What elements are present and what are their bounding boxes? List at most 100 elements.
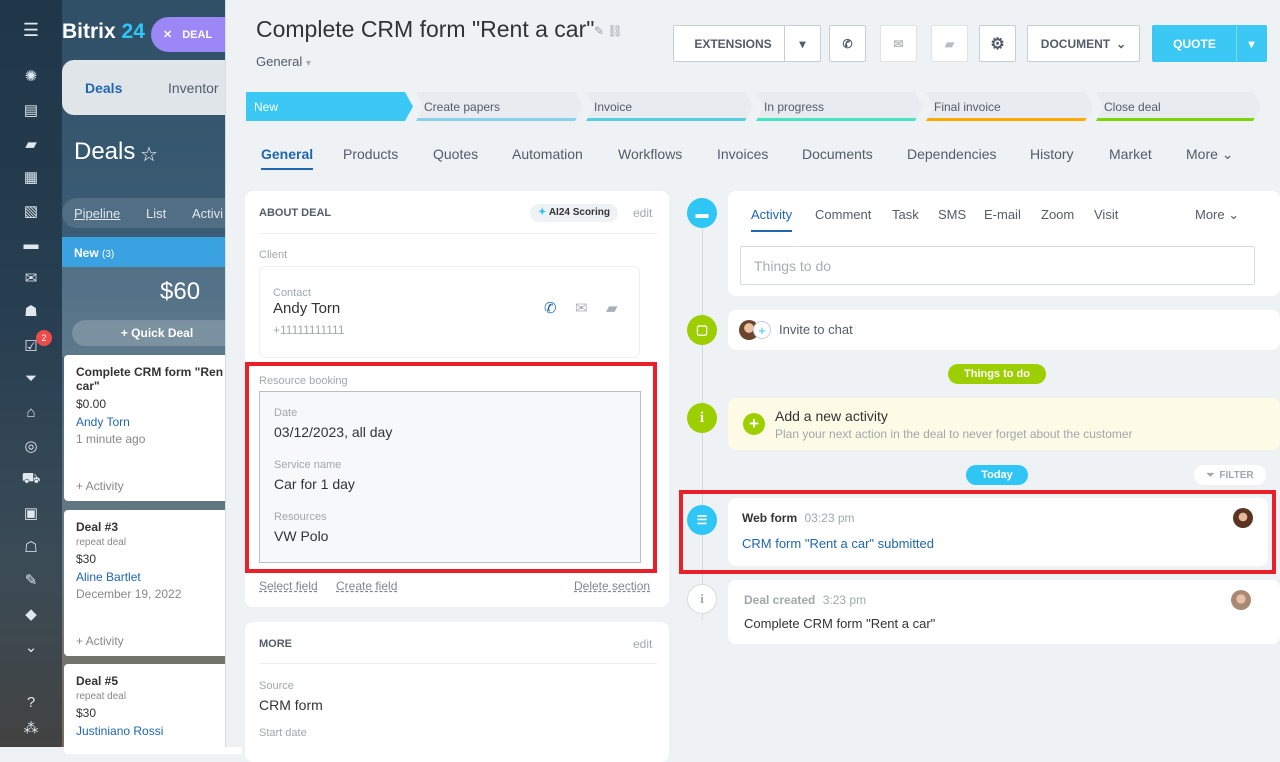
robot-icon[interactable]: ☖ [21,537,41,557]
things-to-do-pill: Things to do [948,364,1046,384]
help-icon[interactable]: ? [21,692,41,712]
tab-more[interactable]: More ⌄ [1186,146,1234,163]
email-button[interactable]: ✉ [880,25,917,62]
select-field-link[interactable]: Select field [259,579,318,593]
settings-button[interactable]: ⚙ [979,25,1016,62]
bg-tab-inventory[interactable]: Inventor [168,80,219,96]
add-activity-card[interactable] [728,398,1280,450]
feed-icon[interactable]: ✺ [21,66,41,86]
more-edit-link[interactable]: edit [633,637,652,651]
tab-sms[interactable]: SMS [938,207,966,222]
chat-icon: ▰ [944,36,955,51]
tab-market[interactable]: Market [1109,146,1152,162]
tab-comment[interactable]: Comment [815,207,871,222]
cart-icon[interactable]: ⛟ [21,469,41,489]
phone-icon: ✆ [842,36,853,51]
avatar [1231,590,1251,610]
tasks-icon[interactable]: ▤ [21,100,41,120]
phone-icon[interactable]: ✆ [544,299,557,317]
deal-card[interactable]: Complete CRM form "Ren car" $0.00 Andy T… [64,355,242,501]
tab-email[interactable]: E-mail [984,207,1021,222]
deal-title: Complete CRM form "Rent a car" [256,16,595,42]
add-activity-title: Add a new activity [775,408,888,424]
edit-icon[interactable]: ✎ ⛓ [594,24,623,38]
bg-subtab-list[interactable]: List [146,206,166,221]
chevron-down-icon[interactable]: ▾ [1236,26,1266,61]
document-button[interactable]: DOCUMENT ⌄ [1027,25,1140,62]
drive-icon[interactable]: ▬ [21,234,41,254]
home-icon[interactable]: ⌂ [21,402,41,422]
stage-in-progress[interactable]: In progress [756,92,923,121]
tab-quotes[interactable]: Quotes [433,146,478,162]
chevron-down-icon[interactable]: ⌄ [21,637,41,657]
close-icon: ✕ [163,29,173,41]
tab-invoices[interactable]: Invoices [717,146,768,162]
activity-more[interactable]: More ⌄ [1195,207,1239,223]
tab-workflows[interactable]: Workflows [618,146,682,162]
group-icon[interactable]: ☗ [21,301,41,321]
add-icon[interactable]: + [753,321,771,339]
start-date-label: Start date [259,727,307,739]
highlight-web-form [679,490,1276,574]
phone-button[interactable]: ✆ [829,25,866,62]
contact-phone[interactable]: +11111111111 [273,323,345,337]
box-icon[interactable]: ◆ [21,604,41,624]
deal-created-card [728,580,1280,644]
tab-zoom[interactable]: Zoom [1041,207,1074,222]
chevron-down-icon: ⌄ [1228,207,1240,222]
sign-icon[interactable]: ✎ [21,570,41,590]
tab-visit[interactable]: Visit [1094,207,1118,222]
create-field-link[interactable]: Create field [336,579,397,593]
plus-icon[interactable]: + [743,413,765,435]
quick-deal-button[interactable]: + Quick Deal [72,320,242,346]
activity-editor-icon: ▬ [687,198,717,228]
docs-icon[interactable]: ▧ [21,201,41,221]
star-icon[interactable]: ☆ [140,142,158,167]
bg-subtab-pipeline[interactable]: Pipeline [74,206,120,221]
divider [259,663,657,664]
stage-final-invoice[interactable]: Final invoice [926,92,1093,121]
deal-card[interactable]: Deal #5 repeat deal $30 Justiniano Rossi [64,664,242,754]
about-edit-link[interactable]: edit [633,206,652,220]
highlight-resource-booking [245,362,657,573]
mail-icon[interactable]: ✉ [575,299,588,317]
tab-automation[interactable]: Automation [512,146,583,162]
tab-dependencies[interactable]: Dependencies [907,146,997,162]
tab-activity[interactable]: Activity [751,207,793,232]
quote-button[interactable]: QUOTE ▾ [1152,25,1267,62]
target-icon[interactable]: ◎ [21,436,41,456]
stage-invoice[interactable]: Invoice [586,92,753,121]
contacts-icon[interactable]: ▣ [21,503,41,523]
chat-icon[interactable]: ▰ [21,134,41,154]
pipeline-selector[interactable]: General ▾ [256,54,311,69]
menu-icon[interactable]: ☰ [21,20,41,40]
delete-section-link[interactable]: Delete section [574,579,650,593]
tab-history[interactable]: History [1030,146,1074,162]
tab-task[interactable]: Task [892,207,919,222]
stage-new[interactable]: New [246,92,413,121]
chat-button[interactable]: ▰ [931,25,968,62]
deal-card[interactable]: Deal #3 repeat deal $30 Aline Bartlet De… [64,510,242,656]
extensions-button[interactable]: EXTENSIONS ▾ [673,25,821,62]
invite-chat-label[interactable]: Invite to chat [779,322,853,337]
source-value: CRM form [259,697,323,713]
tab-products[interactable]: Products [343,146,398,162]
things-to-do-input[interactable]: Things to do [740,246,1255,285]
tab-documents[interactable]: Documents [802,146,873,162]
calendar-icon[interactable]: ▦ [21,167,41,187]
sitemap-icon[interactable]: ⁂ [21,718,41,738]
filter-button[interactable]: ⏷ FILTER [1194,465,1266,485]
bg-subtab-activities[interactable]: Activi [192,206,223,221]
crm-funnel-icon[interactable]: ⏷ [21,368,41,388]
bg-tab-deals[interactable]: Deals [85,80,122,96]
mail-icon[interactable]: ✉ [21,268,41,288]
stage-create-papers[interactable]: Create papers [416,92,583,121]
ai-scoring-badge[interactable]: ✦ AI24 Scoring [530,204,618,222]
contact-name[interactable]: Andy Torn [273,300,340,317]
chevron-down-icon[interactable]: ▾ [784,26,820,61]
stage-close-deal[interactable]: Close deal [1096,92,1261,121]
chat-icon[interactable]: ▰ [606,299,618,317]
tab-general[interactable]: General [261,146,314,170]
filter-icon: ⏷ [1206,469,1215,481]
brand-logo: Bitrix 24 [62,20,145,43]
